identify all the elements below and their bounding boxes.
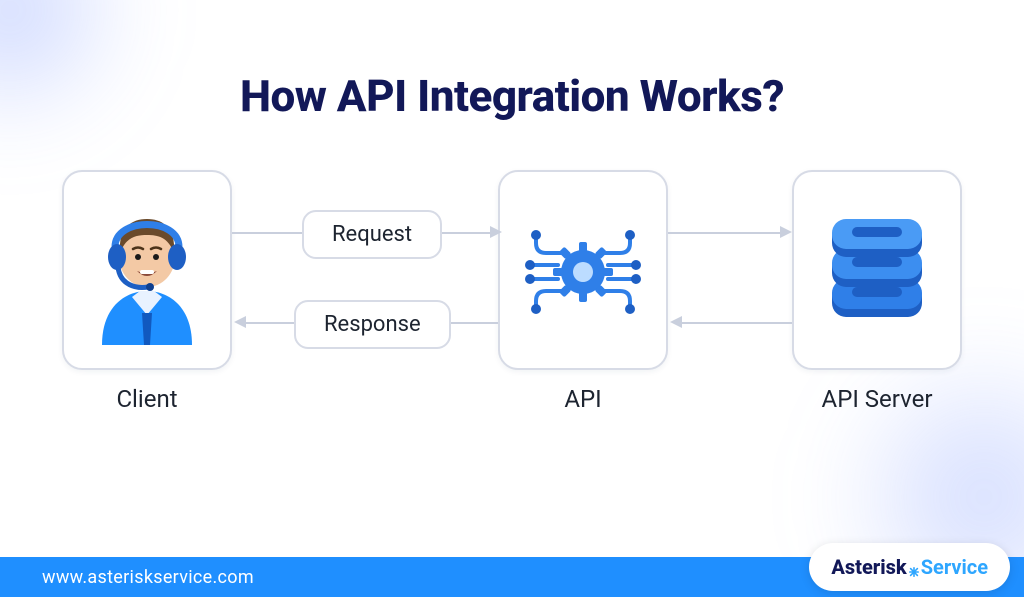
api-gear-network-icon (518, 195, 648, 345)
connector-request-right (438, 232, 490, 234)
flow-label-response: Response (294, 300, 451, 349)
node-api (498, 170, 668, 370)
arrow-left-icon (670, 316, 682, 328)
node-api-label: API (498, 385, 668, 413)
node-client-label: Client (62, 385, 232, 413)
arrow-left-icon (234, 316, 246, 328)
arrow-right-icon (490, 226, 502, 238)
diagram-canvas: How API Integration Works? (0, 0, 1024, 597)
diagram-title: How API Integration Works? (0, 70, 1024, 122)
brand-badge: Asterisk Service (809, 543, 1010, 591)
brand-text-part1: Asterisk (831, 555, 906, 579)
node-api-server (792, 170, 962, 370)
connector-response-right (446, 322, 498, 324)
client-avatar-icon (82, 195, 212, 345)
node-api-server-label: API Server (792, 385, 962, 413)
connector-request-left (232, 232, 302, 234)
asterisk-icon (909, 562, 919, 572)
arrow-right-icon (780, 226, 792, 238)
connector-response-left (246, 322, 294, 324)
diagram-row: Client (62, 170, 962, 420)
brand-text-part2: Service (921, 555, 988, 579)
connector-api-to-server (668, 232, 780, 234)
flow-label-request: Request (302, 210, 442, 259)
connector-server-to-api (682, 322, 792, 324)
node-client (62, 170, 232, 370)
server-stack-icon (812, 195, 942, 345)
footer-url: www.asteriskservice.com (42, 567, 254, 588)
